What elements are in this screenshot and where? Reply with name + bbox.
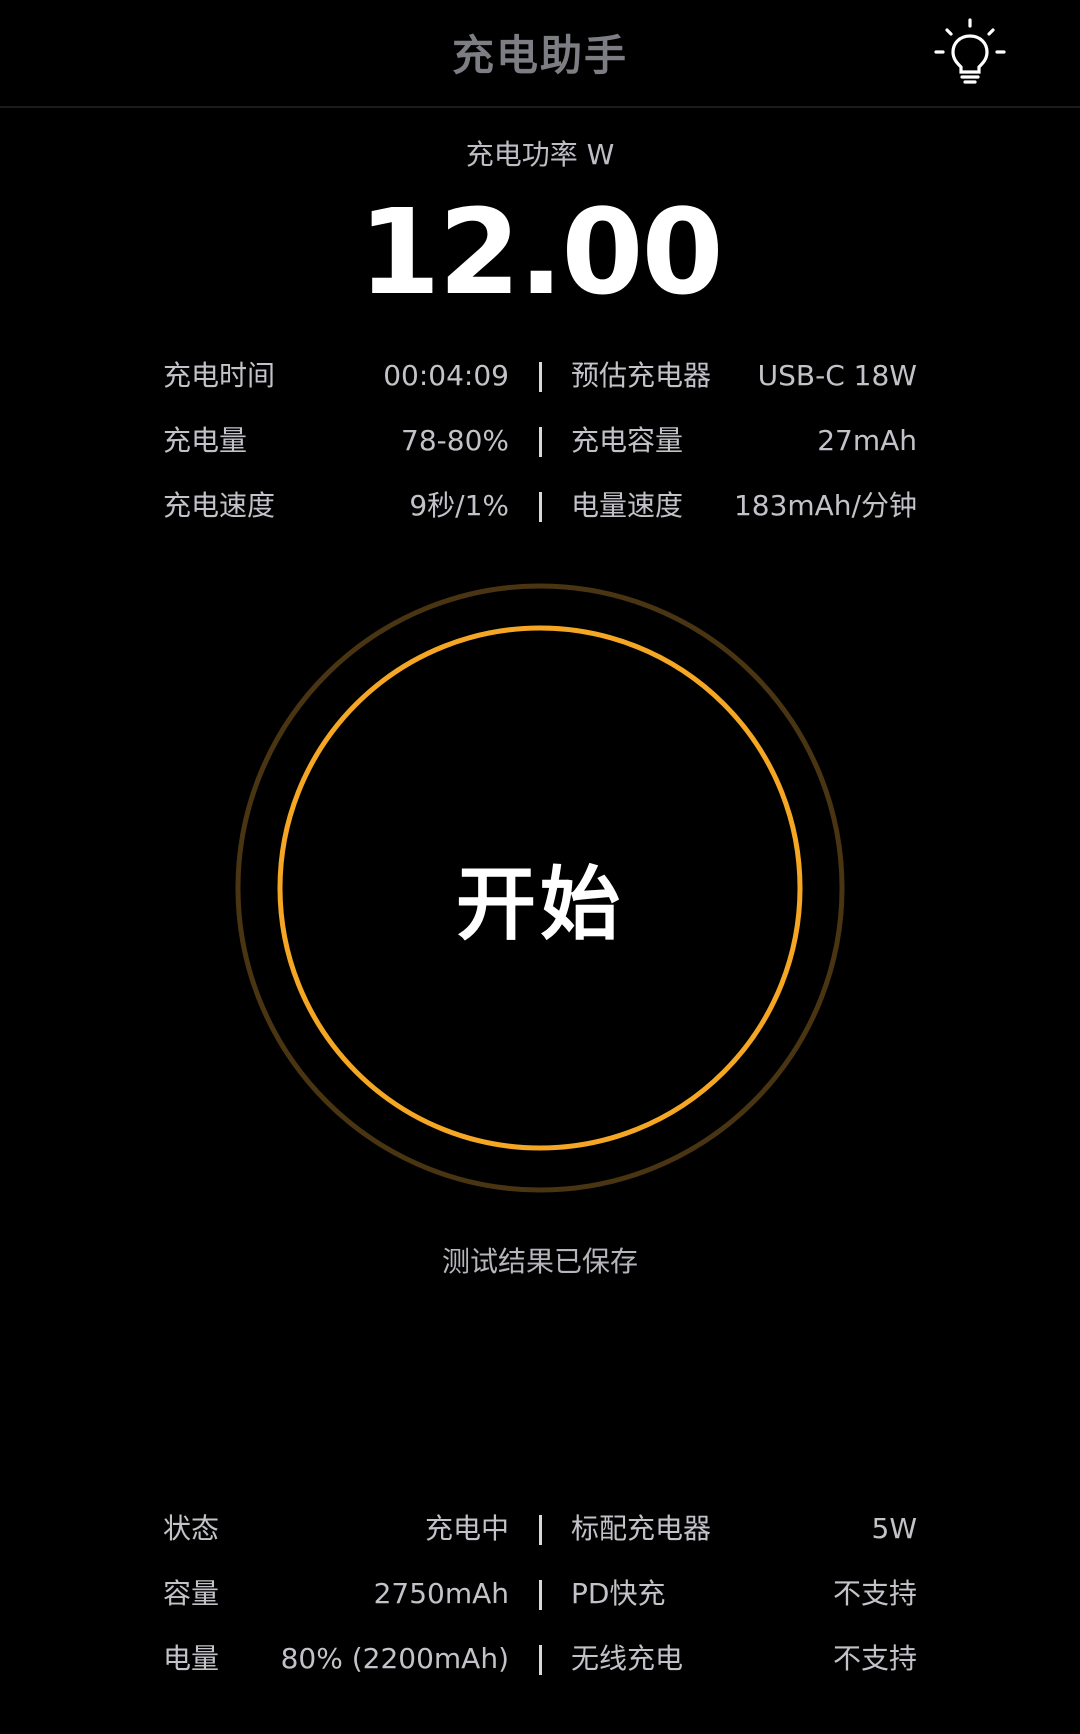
info-value: 充电中 (424, 1512, 509, 1545)
info-label: 容量 (163, 1577, 220, 1610)
page-title: 充电助手 (451, 31, 628, 80)
stat-value: 78-80% (401, 424, 509, 457)
info-row-status: 状态 充电中 标配充电器 5W (0, 1509, 1080, 1549)
divider (539, 1515, 542, 1545)
info-value: 不支持 (832, 1577, 917, 1610)
info-label: PD快充 (571, 1577, 666, 1610)
stat-row-charge-amount: 充电量 78-80% 充电容量 27mAh (0, 421, 1080, 461)
stat-label: 电量速度 (571, 489, 684, 522)
info-row-battery: 电量 80% (2200mAh) 无线充电 不支持 (0, 1639, 1080, 1679)
info-row-capacity: 容量 2750mAh PD快充 不支持 (0, 1574, 1080, 1614)
stat-value: USB-C 18W (757, 359, 917, 392)
divider (539, 427, 542, 457)
power-label: 充电功率 W (465, 138, 615, 171)
divider (539, 492, 542, 522)
info-label: 电量 (163, 1642, 220, 1675)
status-message: 测试结果已保存 (441, 1245, 638, 1278)
divider (539, 1580, 542, 1610)
nav-bar: 充电助手 (0, 0, 1080, 108)
info-value: 5W (871, 1512, 918, 1545)
info-label: 无线充电 (571, 1642, 684, 1675)
divider (539, 1645, 542, 1675)
stat-label: 充电量 (163, 424, 248, 457)
stat-label: 充电时间 (163, 359, 276, 392)
lightbulb-icon[interactable] (932, 14, 1008, 90)
power-value: 12.00 (358, 183, 723, 321)
stat-label: 充电容量 (571, 424, 684, 457)
stat-value: 9秒/1% (409, 489, 509, 522)
info-value: 2750mAh (373, 1577, 509, 1610)
stat-value: 27mAh (817, 424, 917, 457)
stat-row-charge-speed: 充电速度 9秒/1% 电量速度 183mAh/分钟 (0, 486, 1080, 526)
stat-row-charge-time: 充电时间 00:04:09 预估充电器 USB-C 18W (0, 356, 1080, 396)
stat-label: 充电速度 (163, 489, 276, 522)
info-value: 不支持 (832, 1642, 917, 1675)
stat-value: 00:04:09 (383, 359, 509, 392)
info-label: 标配充电器 (571, 1512, 712, 1545)
start-button[interactable] (280, 630, 800, 1150)
stat-label: 预估充电器 (571, 359, 712, 392)
info-value: 80% (2200mAh) (280, 1642, 509, 1675)
info-label: 状态 (163, 1512, 220, 1545)
stat-value: 183mAh/分钟 (733, 489, 917, 522)
divider (539, 362, 542, 392)
